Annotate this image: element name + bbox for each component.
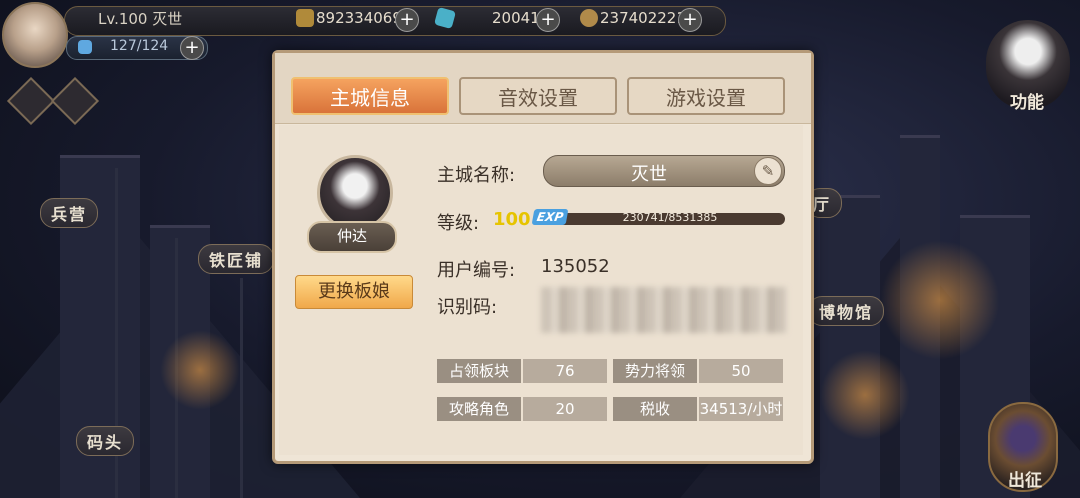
user-id-value: 135052 [541,256,610,277]
exp-text: 230741/8531385 [622,211,718,224]
gold-amount: 892334069 [316,9,402,27]
crystal-amount: 20041 [492,9,540,27]
tab-city-info[interactable]: 主城信息 [291,77,449,115]
city-name-value: 灭世 [631,164,667,185]
add-gold-button[interactable]: + [395,8,419,32]
lantern-glow [880,240,1000,360]
stat-label: 攻略角色 [437,397,521,421]
user-id-label: 用户编号: [437,260,516,281]
add-food-button[interactable]: + [678,8,702,32]
function-label: 功能 [1010,93,1044,113]
stat-value: 20 [523,397,607,421]
map-label-smithy[interactable]: 铁匠铺 [198,244,275,274]
city-info-dialog: 主城信息 音效设置 游戏设置 仲达 更换板娘 主城名称: 灭世 ✎ 等级: 10… [272,50,814,464]
tab-bar: 主城信息 音效设置 游戏设置 [275,53,811,124]
top-hud: Lv.100 灭世 892334069 + 20041 + 237402221 … [0,0,726,68]
ship-mast [240,278,243,498]
lantern-glow [820,350,910,440]
stat-conquered-characters: 攻略角色 20 [437,397,607,421]
city-name-field: 灭世 ✎ [543,155,785,187]
stat-label: 势力将领 [613,359,697,383]
player-avatar[interactable] [2,2,68,68]
expedition-label: 出征 [1008,471,1042,491]
code-blurred-value [541,287,787,333]
change-character-button[interactable]: 更换板娘 [295,275,413,309]
tab-sound-settings[interactable]: 音效设置 [459,77,617,115]
level-label: 等级: [437,213,480,234]
character-portrait [317,155,393,231]
map-label-dock[interactable]: 码头 [76,426,135,456]
castle-tower [820,195,880,498]
stat-occupied-blocks: 占领板块 76 [437,359,607,383]
lantern-glow [160,330,240,410]
map-label-museum[interactable]: 博物馆 [808,296,885,326]
add-energy-button[interactable]: + [180,36,204,60]
food-amount: 237402221 [600,9,686,27]
food-icon [580,9,598,27]
add-crystal-button[interactable]: + [536,8,560,32]
stat-label: 占领板块 [437,359,521,383]
stat-tax: 税收 34513/小时 [613,397,783,421]
stat-value: 34513/小时 [699,397,783,421]
map-label-barracks[interactable]: 兵营 [40,198,99,228]
lightning-icon [78,40,92,54]
level-value: 100 [493,209,531,230]
edit-icon[interactable]: ✎ [754,157,782,185]
character-name: 仲达 [307,221,397,253]
city-info-panel: 仲达 更换板娘 主城名称: 灭世 ✎ 等级: 100 EXP 230741/85… [279,125,803,455]
city-name-label: 主城名称: [437,165,516,186]
gold-coin-icon [296,9,314,27]
stat-label: 税收 [613,397,697,421]
player-level-name: Lv.100 灭世 [98,10,183,28]
code-label: 识别码: [437,297,498,318]
energy-value: 127/124 [110,38,169,54]
stat-value: 50 [699,359,783,383]
tab-game-settings[interactable]: 游戏设置 [627,77,785,115]
stat-value: 76 [523,359,607,383]
stat-faction-generals: 势力将领 50 [613,359,783,383]
